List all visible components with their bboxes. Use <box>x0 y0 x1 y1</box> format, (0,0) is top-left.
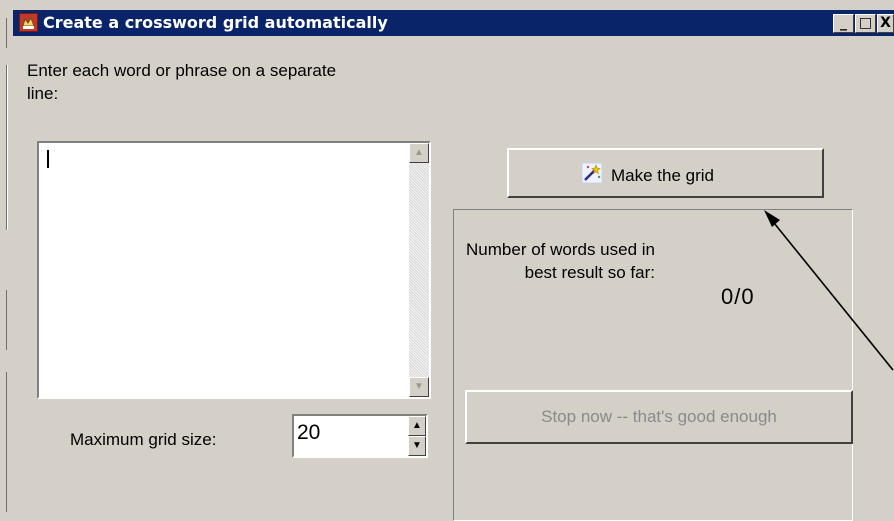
annotation-arrow <box>764 210 894 371</box>
